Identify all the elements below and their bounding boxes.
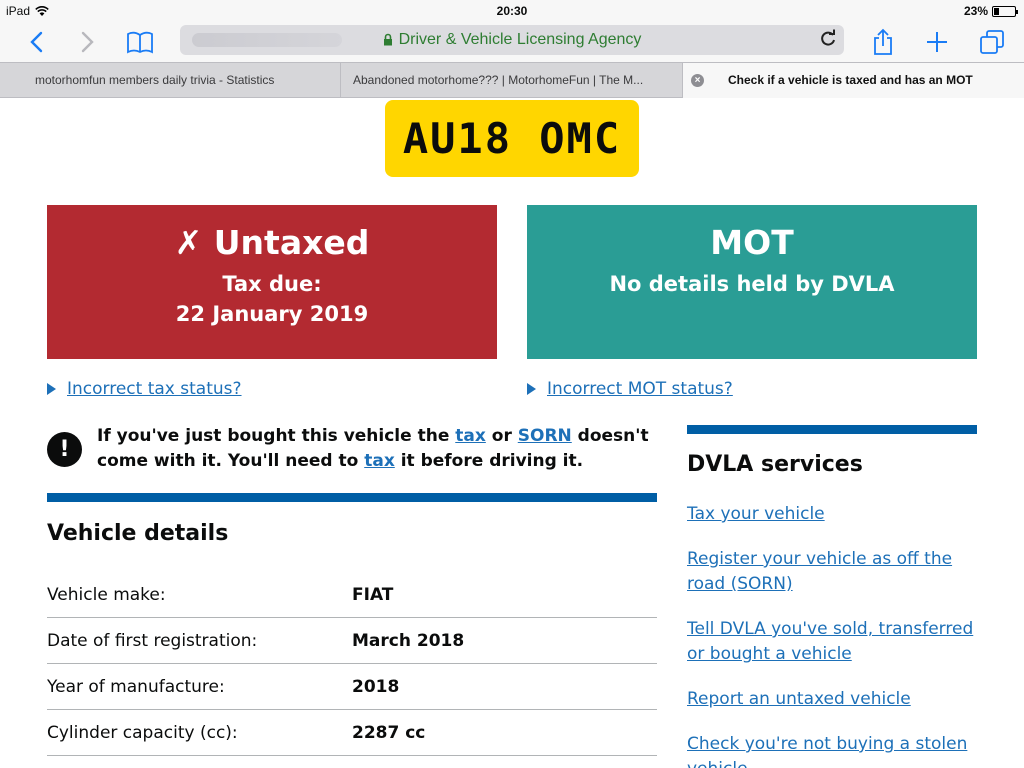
book-icon <box>127 31 153 54</box>
sorn-link[interactable]: SORN <box>518 426 572 446</box>
service-link-report-untaxed[interactable]: Report an untaxed vehicle <box>687 687 987 712</box>
forward-button[interactable] <box>74 26 102 58</box>
close-tab-icon[interactable]: × <box>691 74 704 87</box>
vehicle-details-title: Vehicle details <box>47 521 229 546</box>
row-value: FIAT <box>352 584 394 605</box>
mot-status-panel: MOT No details held by DVLA <box>527 205 977 359</box>
tab-strip: motorhomfun members daily trivia - Stati… <box>0 62 1024 98</box>
dvla-services-list: Tax your vehicle Register your vehicle a… <box>687 502 987 768</box>
status-right: 23% <box>963 4 1018 18</box>
status-time: 20:30 <box>496 4 528 18</box>
dvla-services-rule <box>687 425 977 434</box>
row-value: March 2018 <box>352 630 465 651</box>
incorrect-mot-link[interactable]: Incorrect MOT status? <box>547 379 733 399</box>
row-label: Cylinder capacity (cc): <box>47 722 238 743</box>
mot-status-title: MOT <box>710 223 794 262</box>
tax-link-2[interactable]: tax <box>364 451 395 471</box>
chevron-right-icon <box>81 31 94 53</box>
warning-text-part: it before driving it. <box>394 451 584 471</box>
triangle-right-icon <box>47 383 56 395</box>
incorrect-tax-toggle[interactable]: Incorrect tax status? <box>47 379 242 399</box>
share-button[interactable] <box>868 26 898 58</box>
row-value: 2287 cc <box>352 722 426 743</box>
warning-text-part: or <box>485 426 518 446</box>
share-icon <box>874 28 892 55</box>
table-row: Date of first registration: March 2018 <box>47 618 657 664</box>
tax-link[interactable]: tax <box>455 426 486 446</box>
row-label: Date of first registration: <box>47 630 258 651</box>
status-bar: iPad 20:30 23% <box>0 0 1024 22</box>
number-plate: AU18 OMC <box>385 100 639 177</box>
exclamation-icon: ! <box>47 432 82 467</box>
mot-status-text: No details held by DVLA <box>609 272 895 296</box>
tax-status-panel: ✗ Untaxed Tax due: 22 January 2019 <box>47 205 497 359</box>
table-row: Vehicle make: FIAT <box>47 572 657 618</box>
tabs-icon <box>980 30 1004 54</box>
address-text: Driver & Vehicle Licensing Agency <box>398 31 642 48</box>
warning-notice: ! If you've just bought this vehicle the… <box>47 424 657 474</box>
service-link-tax[interactable]: Tax your vehicle <box>687 502 987 527</box>
plus-icon <box>927 32 947 52</box>
service-link-sold-transferred[interactable]: Tell DVLA you've sold, transferred or bo… <box>687 617 987 667</box>
new-tab-button[interactable] <box>922 26 952 58</box>
incorrect-tax-link[interactable]: Incorrect tax status? <box>67 379 242 399</box>
table-row: Year of manufacture: 2018 <box>47 664 657 710</box>
service-link-stolen-check[interactable]: Check you're not buying a stolen vehicle <box>687 732 987 768</box>
battery-icon <box>992 5 1018 17</box>
service-link-sorn[interactable]: Register your vehicle as off the road (S… <box>687 547 987 597</box>
tax-status-title: ✗ Untaxed <box>174 223 370 262</box>
tabs-overview-button[interactable] <box>976 26 1008 58</box>
triangle-right-icon <box>527 383 536 395</box>
tab-label: Abandoned motorhome??? | MotorhomeFun | … <box>353 73 644 87</box>
bookmarks-button[interactable] <box>124 26 156 58</box>
row-label: Vehicle make: <box>47 584 166 605</box>
row-label: Year of manufacture: <box>47 676 225 697</box>
address-bar[interactable]: Driver & Vehicle Licensing Agency <box>180 25 844 55</box>
browser-toolbar: Driver & Vehicle Licensing Agency <box>0 22 1024 62</box>
reload-button[interactable] <box>818 29 838 53</box>
reload-icon <box>821 29 835 46</box>
incorrect-mot-toggle[interactable]: Incorrect MOT status? <box>527 379 733 399</box>
tab-trivia[interactable]: motorhomfun members daily trivia - Stati… <box>0 63 341 98</box>
dvla-services-title: DVLA services <box>687 452 863 477</box>
tab-label: Check if a vehicle is taxed and has an M… <box>728 73 973 87</box>
address-text-wrap: Driver & Vehicle Licensing Agency <box>180 31 844 49</box>
warning-text: If you've just bought this vehicle the t… <box>97 424 657 474</box>
tab-vehicle-check[interactable]: × Check if a vehicle is taxed and has an… <box>683 63 1024 98</box>
lock-icon <box>383 33 392 46</box>
tab-label: motorhomfun members daily trivia - Stati… <box>35 73 275 87</box>
vehicle-details-rule <box>47 493 657 502</box>
tax-due-date: 22 January 2019 <box>175 302 369 326</box>
back-button[interactable] <box>22 26 50 58</box>
warning-text-part: If you've just bought this vehicle the <box>97 426 456 446</box>
tax-due-label: Tax due: <box>222 272 322 296</box>
table-row: Cylinder capacity (cc): 2287 cc <box>47 710 657 756</box>
tab-abandoned-motorhome[interactable]: Abandoned motorhome??? | MotorhomeFun | … <box>341 63 683 98</box>
vehicle-details-table: Vehicle make: FIAT Date of first registr… <box>47 572 657 756</box>
row-value: 2018 <box>352 676 400 697</box>
battery-percent: 23% <box>963 4 988 18</box>
chevron-left-icon <box>30 31 43 53</box>
